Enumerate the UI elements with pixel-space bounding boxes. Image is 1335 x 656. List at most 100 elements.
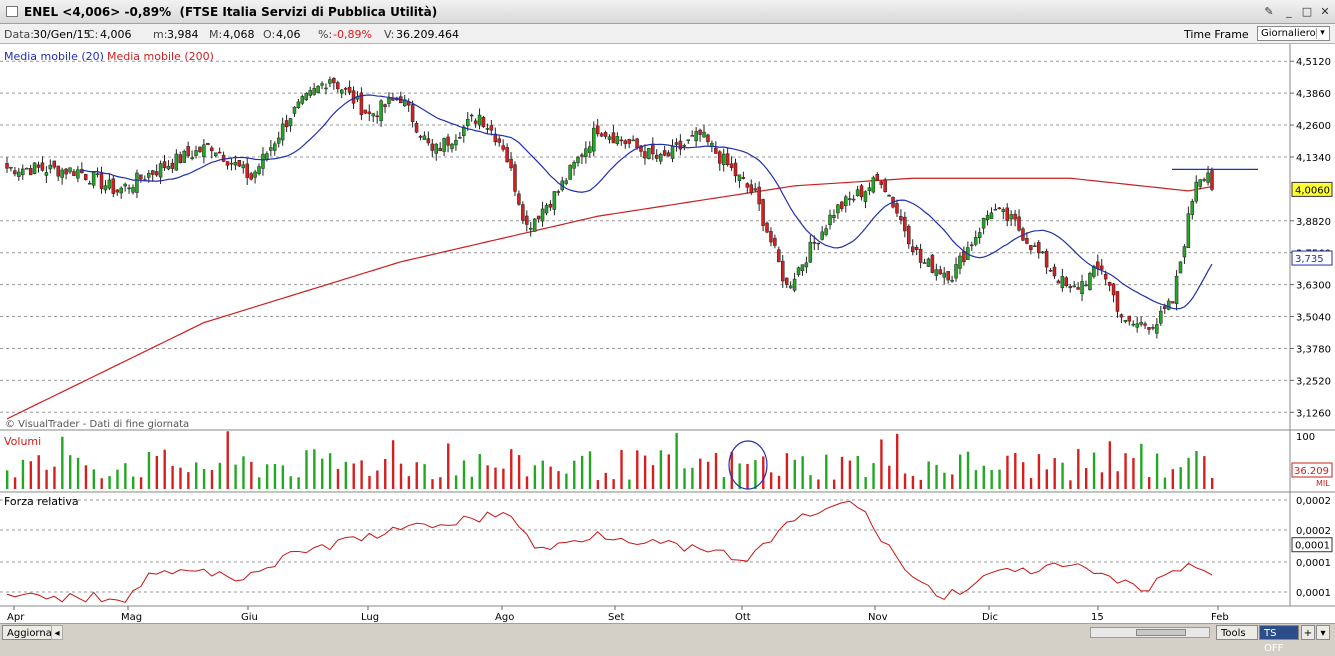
candle-body	[442, 138, 446, 152]
candle-body	[781, 260, 785, 282]
period-select[interactable]: Giornaliero ▾	[1257, 26, 1330, 41]
plus-icon[interactable]: +	[1301, 625, 1315, 640]
candle-body	[879, 181, 883, 185]
scroll-left-button[interactable]: ◂	[51, 625, 63, 640]
candle-body	[635, 138, 639, 148]
tools-button[interactable]: Tools	[1216, 625, 1258, 640]
volume-bar	[722, 477, 726, 489]
volume-bar	[612, 479, 615, 489]
low-value: 3,984	[167, 28, 199, 41]
candle-body	[875, 174, 880, 181]
volume-bar	[864, 477, 867, 489]
volume-bar	[139, 477, 143, 489]
candle-body	[328, 79, 332, 84]
candle-body	[804, 262, 809, 268]
candle-body	[828, 214, 832, 226]
candle-body	[52, 160, 57, 168]
candle-body	[521, 204, 525, 221]
candle-body	[178, 154, 183, 164]
volume-bar	[289, 476, 292, 489]
horizontal-scrollbar[interactable]	[1090, 627, 1210, 638]
candle-body	[694, 131, 698, 142]
candle-body	[1119, 314, 1124, 318]
x-axis-label: Apr	[7, 612, 25, 623]
rs-tick-label: 0,0002	[1296, 496, 1331, 507]
candle-body	[9, 166, 13, 169]
candle-body	[922, 262, 927, 264]
candle-body	[1190, 201, 1195, 215]
volume-bar	[683, 468, 686, 489]
candle-body	[119, 187, 123, 194]
candle-body	[761, 199, 765, 226]
candle-body	[241, 164, 246, 169]
candle-body	[989, 212, 994, 219]
volume-bar	[1108, 441, 1112, 489]
candle-body	[568, 165, 572, 180]
candle-body	[72, 171, 76, 176]
volume-bar	[210, 470, 214, 489]
volume-bar	[1069, 480, 1072, 489]
candle-body	[1147, 327, 1151, 330]
volume-bar	[809, 475, 812, 489]
candle-body	[800, 264, 805, 271]
candle-body	[489, 125, 494, 131]
candle-body	[749, 184, 754, 193]
volume-bar	[273, 464, 277, 489]
volume-bar	[37, 455, 40, 489]
volume-bar	[454, 475, 458, 489]
candle-body	[40, 162, 45, 171]
volume-bar	[494, 467, 497, 489]
candle-body	[1064, 277, 1069, 286]
volume-bar	[888, 465, 891, 489]
volume-bar	[29, 461, 33, 489]
candle-body	[914, 246, 919, 251]
candle-body	[351, 90, 356, 104]
volume-bar	[21, 459, 25, 489]
candle-body	[741, 177, 746, 179]
candle-body	[1040, 251, 1045, 254]
candle-body	[481, 116, 486, 128]
candle-body	[1025, 238, 1029, 244]
price-tick-label: 3,8820	[1296, 217, 1331, 228]
candle-body	[662, 150, 667, 156]
candle-body	[21, 168, 25, 176]
volume-bar	[258, 477, 261, 489]
volume-bar	[100, 478, 103, 489]
candle-body	[855, 189, 860, 196]
candle-body	[312, 88, 316, 95]
volume-bar	[754, 460, 757, 489]
candle-body	[942, 272, 946, 278]
volume-bar	[541, 460, 544, 489]
candle-body	[954, 264, 958, 279]
candle-body	[44, 172, 49, 176]
candle-body	[1060, 276, 1065, 289]
close-icon[interactable]: ✕	[1318, 5, 1332, 19]
candle-body	[284, 120, 289, 128]
wrench-icon[interactable]: ✎	[1262, 5, 1276, 19]
volume-bar	[628, 479, 631, 489]
scroll-thumb[interactable]	[1136, 629, 1186, 636]
volume-bar	[360, 460, 363, 489]
x-axis-label: Lug	[361, 612, 379, 623]
candle-body	[615, 136, 620, 145]
candle-body	[851, 198, 856, 201]
candle-body	[269, 147, 273, 151]
candle-body	[95, 173, 100, 175]
ts-toggle-button[interactable]: TS OFF	[1259, 625, 1299, 654]
chart-area[interactable]: 4,51204,38604,26004,13403,88203,75603,63…	[0, 44, 1335, 623]
minimize-icon[interactable]: _	[1282, 5, 1296, 19]
candle-body	[154, 171, 159, 176]
candle-body	[977, 232, 982, 239]
candle-body	[863, 191, 868, 203]
chevron-down-icon[interactable]: ▾	[1316, 28, 1328, 39]
candle-body	[769, 231, 773, 243]
maximize-icon[interactable]: □	[1300, 5, 1314, 19]
chevron-down-icon[interactable]: ▾	[1316, 625, 1330, 640]
candle-body	[1127, 315, 1132, 322]
candle-body	[588, 146, 592, 153]
candle-body	[1103, 273, 1108, 280]
volume-bar	[856, 455, 859, 489]
volume-bar	[762, 456, 765, 489]
candle-body	[1123, 319, 1128, 322]
candle-body	[213, 152, 218, 157]
